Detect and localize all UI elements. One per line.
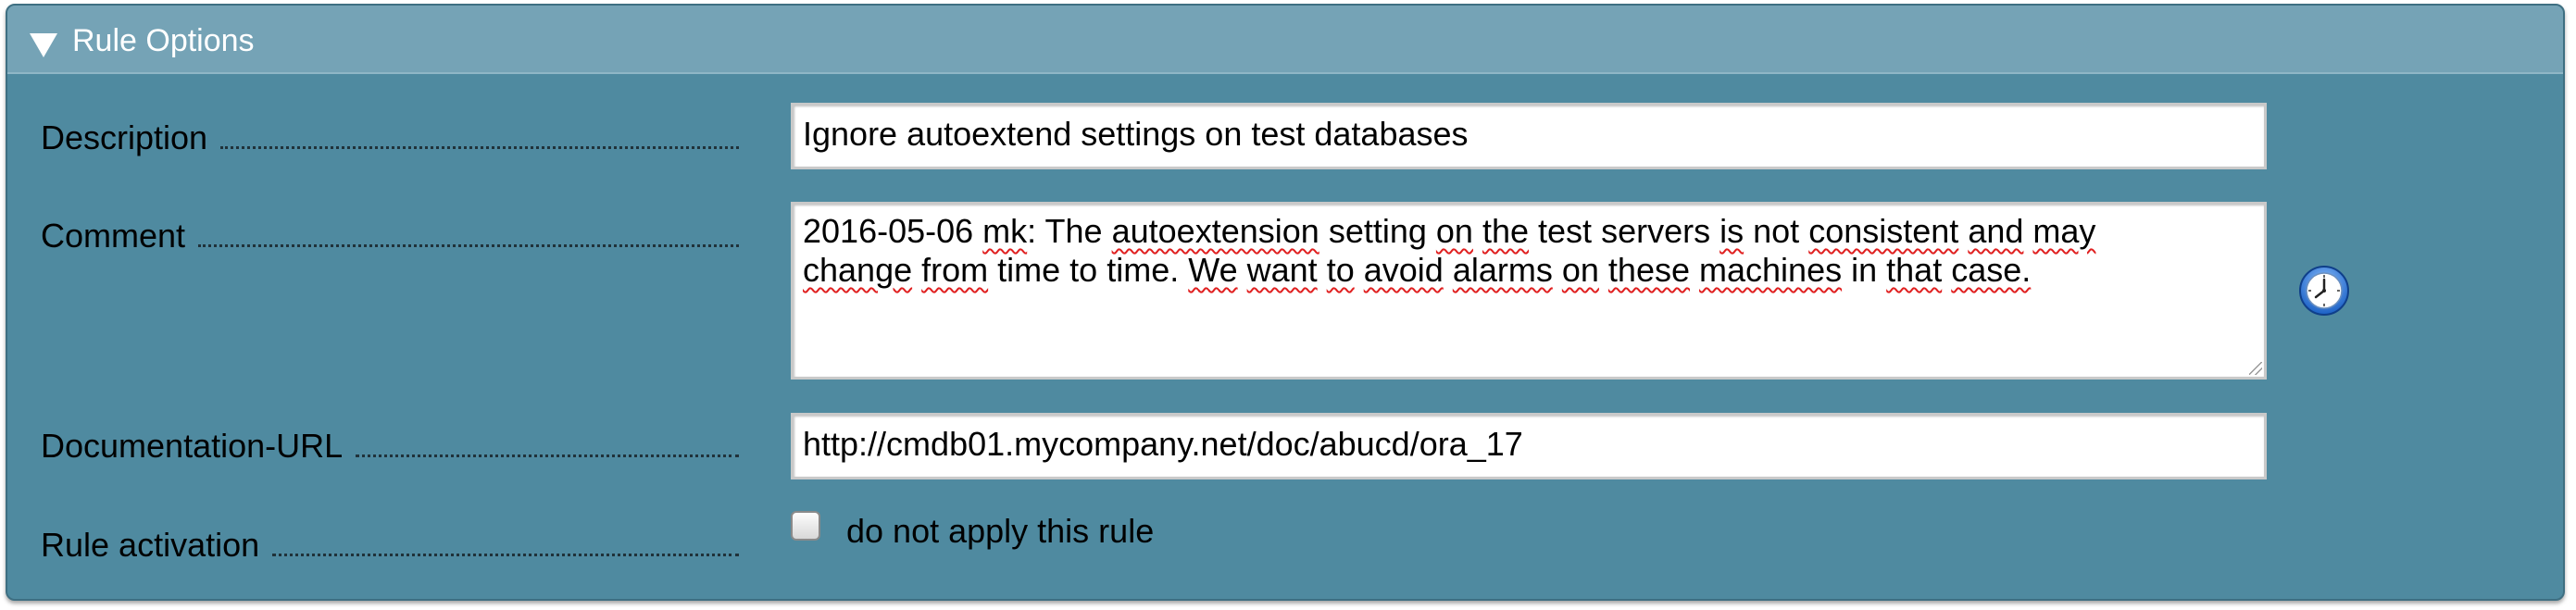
comment-line-1: 2016-05-06 mk: The autoextension setting…: [803, 212, 2096, 250]
rule-options-header[interactable]: Rule Options: [7, 6, 2563, 74]
rule-options-panel: Rule Options Description Ignore autoexte…: [6, 4, 2565, 601]
comment-label-row: Comment: [41, 217, 739, 255]
dotted-leader: [356, 454, 739, 457]
comment-line-2: change from time to time. We want to avo…: [803, 251, 2032, 289]
rule-activation-label-row: Rule activation: [41, 526, 739, 565]
documentation-url-label-row: Documentation-URL: [41, 427, 739, 466]
panel-title: Rule Options: [72, 23, 255, 58]
do-not-apply-checkbox[interactable]: [791, 511, 820, 541]
comment-label: Comment: [41, 217, 186, 255]
dotted-leader: [198, 244, 739, 247]
triangle-down-icon[interactable]: [30, 33, 57, 57]
rule-activation-label: Rule activation: [41, 526, 260, 564]
textarea-resize-handle[interactable]: [2249, 362, 2262, 375]
dotted-leader: [272, 554, 739, 556]
description-label-row: Description: [41, 118, 739, 157]
documentation-url-value: http://cmdb01.mycompany.net/doc/abucd/or…: [803, 425, 1523, 463]
clock-icon[interactable]: [2298, 265, 2350, 317]
do-not-apply-label[interactable]: do not apply this rule: [846, 512, 1154, 551]
description-label: Description: [41, 118, 208, 156]
dotted-leader: [220, 146, 739, 149]
documentation-url-label: Documentation-URL: [41, 427, 344, 465]
description-input[interactable]: Ignore autoextend settings on test datab…: [791, 103, 2267, 169]
documentation-url-input[interactable]: http://cmdb01.mycompany.net/doc/abucd/or…: [791, 413, 2267, 479]
comment-textarea[interactable]: 2016-05-06 mk: The autoextension setting…: [791, 202, 2267, 380]
